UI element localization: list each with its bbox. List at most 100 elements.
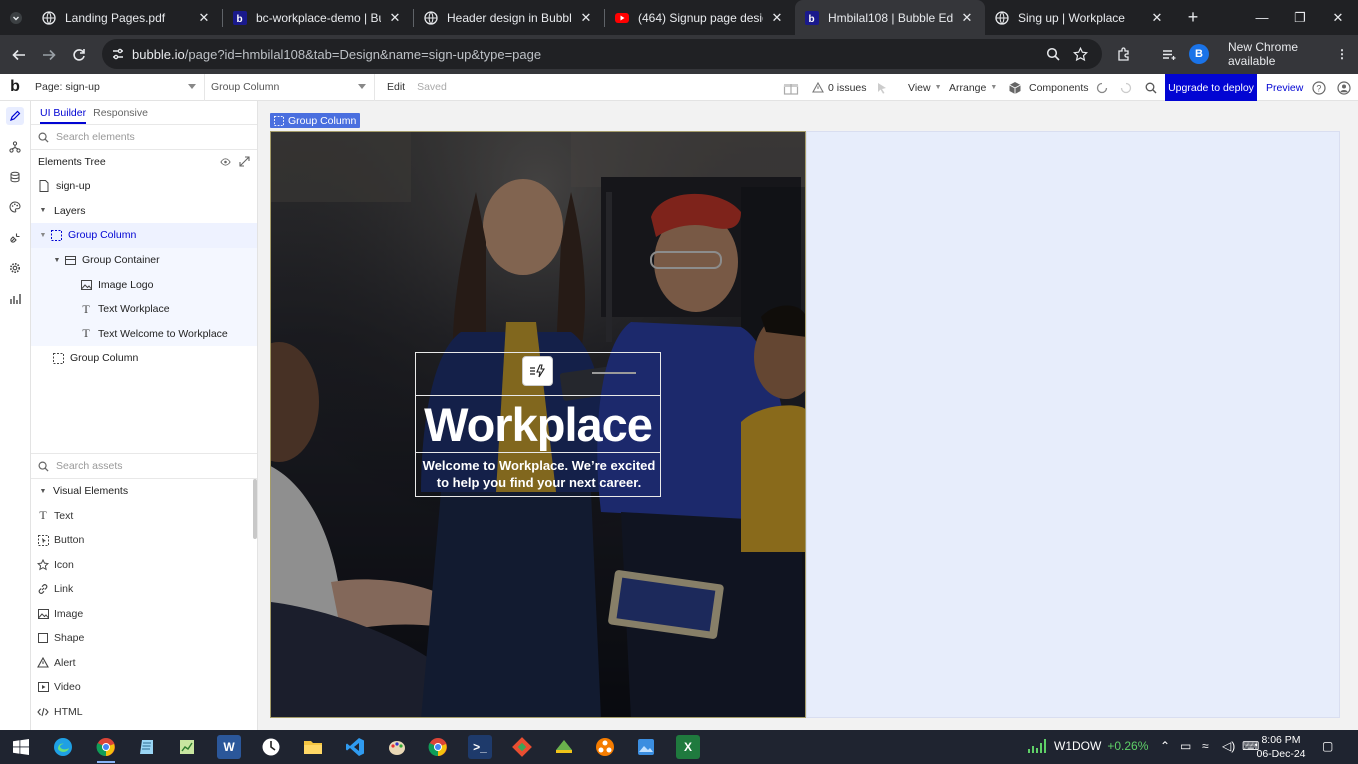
- element-button[interactable]: Button: [31, 528, 253, 553]
- office-icon[interactable]: [593, 735, 617, 759]
- tab-close-icon[interactable]: ✕: [1149, 10, 1165, 26]
- spreadsheet-icon[interactable]: [175, 735, 199, 759]
- zoom-search-icon[interactable]: [1042, 43, 1064, 65]
- tree-item-text-workplace[interactable]: T Text Workplace: [31, 296, 257, 322]
- caret-down-icon[interactable]: ▼: [38, 207, 48, 214]
- powershell-icon[interactable]: >_: [468, 735, 492, 759]
- selected-element-label[interactable]: Group Column: [270, 113, 361, 128]
- element-selector[interactable]: Group Column: [205, 73, 375, 101]
- help-icon[interactable]: ?: [1312, 74, 1326, 101]
- account-icon[interactable]: [1337, 74, 1351, 101]
- undo-icon[interactable]: [1096, 74, 1108, 101]
- element-text[interactable]: T Text: [31, 504, 253, 529]
- tab-close-icon[interactable]: ✕: [769, 10, 785, 26]
- view-menu[interactable]: View ▼: [908, 74, 942, 101]
- chrome-profile-icon[interactable]: [426, 735, 450, 759]
- address-bar[interactable]: bubble.io/page?id=hmbilal108&tab=Design&…: [102, 39, 1102, 69]
- tree-item-layers[interactable]: ▼ Layers: [31, 199, 257, 224]
- design-tab-pencil-icon[interactable]: [6, 107, 24, 125]
- logs-tab-chart-icon[interactable]: [6, 290, 24, 308]
- caret-down-icon[interactable]: ▼: [38, 488, 48, 495]
- bubble-logo[interactable]: b: [0, 74, 30, 101]
- visual-elements-header[interactable]: ▼ Visual Elements: [31, 479, 253, 504]
- site-info-icon[interactable]: [111, 47, 125, 61]
- workplace-logo-icon[interactable]: [522, 356, 553, 386]
- hero-subtitle[interactable]: Welcome to Workplace. We’re excited to h…: [418, 457, 660, 491]
- tray-chevron-up-icon[interactable]: ⌃: [1160, 739, 1170, 753]
- hat-app-icon[interactable]: [552, 735, 576, 759]
- gift-icon[interactable]: [783, 74, 799, 101]
- stock-widget[interactable]: W1DOW +0.26%: [1028, 738, 1148, 754]
- search-assets-input[interactable]: [56, 460, 236, 472]
- tab-search-button[interactable]: [0, 0, 32, 35]
- browser-tab-active[interactable]: b Hmbilal108 | Bubble Editor ✕: [795, 0, 985, 35]
- tree-item-group-column[interactable]: Group Column: [31, 346, 257, 371]
- editor-canvas[interactable]: Group Column Workplace Welcome to Workpl…: [258, 101, 1358, 730]
- search-elements-input[interactable]: [56, 131, 236, 143]
- taskbar-clock[interactable]: 8:06 PM 06-Dec-24: [1255, 733, 1307, 761]
- tree-item-page[interactable]: sign-up: [31, 174, 257, 199]
- tab-ui-builder[interactable]: UI Builder: [40, 107, 87, 124]
- new-tab-button[interactable]: +: [1175, 0, 1211, 35]
- plugins-tab-plug-icon[interactable]: [6, 229, 24, 247]
- excel-icon[interactable]: X: [676, 735, 700, 759]
- windows-start-icon[interactable]: [9, 735, 33, 759]
- browser-tab[interactable]: (464) Signup page design: Gi ✕: [605, 0, 795, 35]
- hero-title[interactable]: Workplace: [416, 396, 660, 453]
- close-window-button[interactable]: ✕: [1318, 0, 1358, 35]
- group-column-right[interactable]: [806, 131, 1340, 718]
- arrange-menu[interactable]: Arrange ▼: [949, 74, 997, 101]
- caret-down-icon[interactable]: ▼: [52, 257, 62, 264]
- element-icon[interactable]: Icon: [31, 553, 253, 578]
- upgrade-to-deploy-button[interactable]: Upgrade to deploy: [1165, 74, 1257, 101]
- element-link[interactable]: Link: [31, 577, 253, 602]
- browser-tab[interactable]: Landing Pages.pdf ✕: [32, 0, 222, 35]
- issues-indicator[interactable]: 0 issues: [812, 74, 867, 101]
- data-tab-database-icon[interactable]: [6, 168, 24, 186]
- kebab-menu-icon[interactable]: ⋮: [1336, 47, 1348, 61]
- element-alert[interactable]: Alert: [31, 651, 253, 676]
- reading-list-icon[interactable]: [1157, 43, 1179, 65]
- element-video[interactable]: Video: [31, 675, 253, 700]
- chrome-icon[interactable]: [94, 735, 118, 759]
- expand-icon[interactable]: [239, 156, 250, 167]
- redo-icon[interactable]: [1120, 74, 1132, 101]
- element-image[interactable]: Image: [31, 602, 253, 627]
- edit-menu[interactable]: Edit: [381, 81, 411, 93]
- preview-button[interactable]: Preview: [1266, 74, 1303, 101]
- wifi-icon[interactable]: ≈: [1202, 739, 1209, 753]
- group-container[interactable]: Workplace Welcome to Workplace. We’re ex…: [415, 352, 661, 497]
- eye-icon[interactable]: [220, 157, 231, 167]
- clock-app-icon[interactable]: [259, 735, 283, 759]
- caret-down-icon[interactable]: ▼: [38, 232, 48, 239]
- word-icon[interactable]: W: [217, 735, 241, 759]
- forward-button[interactable]: [34, 40, 64, 70]
- profile-avatar[interactable]: B: [1189, 44, 1209, 64]
- vscode-icon[interactable]: [343, 735, 367, 759]
- browser-tab[interactable]: Sing up | Workplace ✕: [985, 0, 1175, 35]
- notepad-icon[interactable]: [135, 735, 159, 759]
- group-column-hero-image[interactable]: Workplace Welcome to Workplace. We’re ex…: [270, 131, 806, 718]
- tree-item-text-welcome[interactable]: T Text Welcome to Workplace: [31, 321, 257, 347]
- styles-tab-palette-icon[interactable]: [6, 198, 24, 216]
- file-explorer-icon[interactable]: [301, 735, 325, 759]
- paint-icon[interactable]: [385, 735, 409, 759]
- chrome-update-button[interactable]: New Chrome available ⋮: [1222, 40, 1358, 68]
- back-button[interactable]: [4, 40, 34, 70]
- workflow-tab-icon[interactable]: [6, 138, 24, 156]
- volume-icon[interactable]: ◁): [1222, 739, 1235, 753]
- tab-close-icon[interactable]: ✕: [578, 10, 594, 26]
- tab-close-icon[interactable]: ✕: [959, 10, 975, 26]
- element-shape[interactable]: Shape: [31, 626, 253, 651]
- tree-item-image-logo[interactable]: Image Logo: [31, 272, 257, 297]
- page-selector[interactable]: Page: sign-up: [30, 73, 205, 101]
- tab-close-icon[interactable]: ✕: [196, 10, 212, 26]
- battery-icon[interactable]: ▭: [1180, 739, 1191, 753]
- tab-responsive[interactable]: Responsive: [93, 107, 148, 119]
- git-app-icon[interactable]: [510, 735, 534, 759]
- reload-button[interactable]: [64, 40, 94, 70]
- bookmark-star-icon[interactable]: [1069, 43, 1091, 65]
- browser-tab[interactable]: b bc-workplace-demo | Bubble ✕: [223, 0, 413, 35]
- pointer-icon[interactable]: [876, 74, 888, 101]
- text-workplace-frame[interactable]: Workplace: [416, 396, 660, 453]
